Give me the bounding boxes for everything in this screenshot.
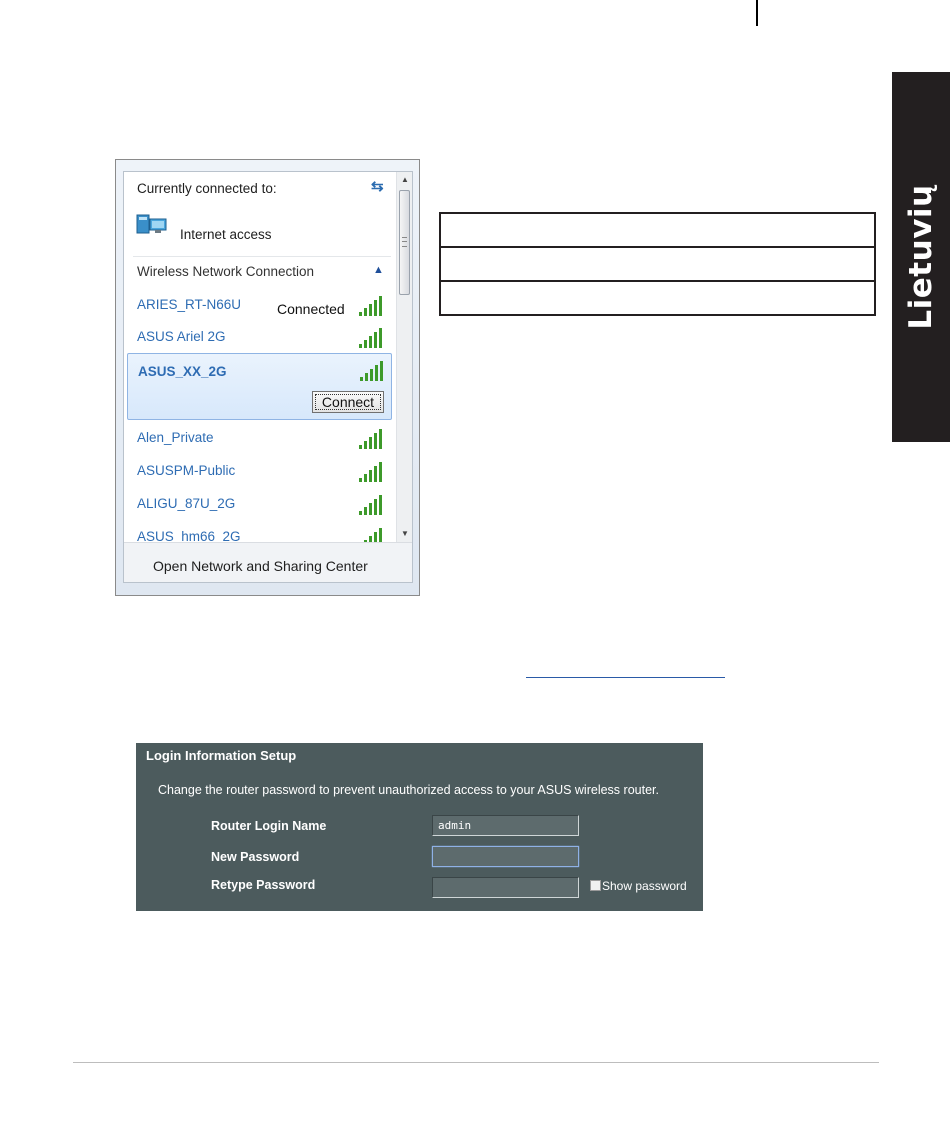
network-name: ASUS Ariel 2G [137, 329, 226, 344]
network-item[interactable]: ASUSPM-Public [124, 455, 396, 488]
network-item[interactable]: ALIGU_87U_2G [124, 488, 396, 521]
table-cell [439, 212, 876, 248]
signal-strength-icon [359, 328, 383, 348]
list-scrollbar[interactable]: ▲ ▼ [396, 172, 412, 542]
section-divider [133, 256, 391, 257]
table-cell [439, 280, 876, 316]
language-tab: Lietuvių [892, 72, 950, 442]
table-cell [439, 246, 876, 282]
retype-password-label: Retype Password [211, 878, 316, 892]
new-password-input[interactable] [432, 846, 579, 867]
network-item[interactable]: ASUS Ariel 2G [124, 321, 396, 354]
signal-strength-icon [359, 495, 383, 515]
language-tab-label: Lietuvių [903, 184, 939, 330]
network-name: ASUS_XX_2G [138, 364, 227, 379]
open-network-center-link[interactable]: Open Network and Sharing Center [153, 558, 368, 574]
wireless-section-title: Wireless Network Connection [137, 264, 315, 279]
collapse-chevron-icon[interactable]: ▲ [373, 264, 384, 276]
network-name: ALIGU_87U_2G [137, 496, 236, 511]
router-login-name-label: Router Login Name [211, 819, 327, 833]
network-item[interactable]: Alen_Private [124, 422, 396, 455]
login-setup-panel: Login Information Setup Change the route… [136, 743, 703, 911]
signal-strength-icon [359, 429, 383, 449]
network-list: Currently connected to: ⇆ Internet acces… [124, 172, 396, 542]
wifi-network-popup: Currently connected to: ⇆ Internet acces… [115, 159, 420, 596]
bottom-rule [73, 1062, 879, 1063]
wifi-list-panel: Currently connected to: ⇆ Internet acces… [123, 171, 413, 583]
login-panel-description: Change the router password to prevent un… [158, 783, 659, 797]
signal-strength-icon [360, 361, 384, 381]
refresh-icon[interactable]: ⇆ [371, 177, 384, 195]
new-password-label: New Password [211, 850, 300, 864]
scroll-thumb[interactable] [399, 190, 410, 295]
scroll-up-arrow-icon[interactable]: ▲ [397, 172, 413, 188]
network-name: ASUSPM-Public [137, 463, 236, 478]
connect-button[interactable]: Connect [312, 391, 384, 413]
router-login-name-input[interactable] [432, 815, 579, 836]
network-item[interactable]: ASUS_hm66_2G [124, 521, 396, 542]
network-icon [136, 214, 167, 234]
network-item[interactable]: ARIES_RT-N66U Connected [124, 289, 396, 322]
login-panel-title: Login Information Setup [146, 748, 297, 763]
network-name: ASUS_hm66_2G [137, 529, 241, 542]
scroll-down-arrow-icon[interactable]: ▼ [397, 526, 413, 542]
network-name: ARIES_RT-N66U [137, 297, 242, 312]
signal-strength-icon [359, 528, 383, 542]
link-underline[interactable] [526, 677, 725, 678]
blank-table [439, 212, 876, 316]
selected-network-item[interactable]: ASUS_XX_2G Connect [127, 353, 392, 420]
signal-strength-icon [359, 462, 383, 482]
signal-strength-icon [359, 296, 383, 316]
network-name: Alen_Private [137, 430, 214, 445]
popup-footer: Open Network and Sharing Center [124, 542, 412, 582]
show-password-label: Show password [602, 879, 687, 893]
currently-connected-label: Currently connected to: [137, 181, 277, 196]
internet-access-label: Internet access [180, 227, 272, 242]
retype-password-input[interactable] [432, 877, 579, 898]
show-password-checkbox[interactable] [590, 880, 601, 891]
top-crop-mark [756, 0, 758, 26]
network-status: Connected [277, 301, 345, 317]
